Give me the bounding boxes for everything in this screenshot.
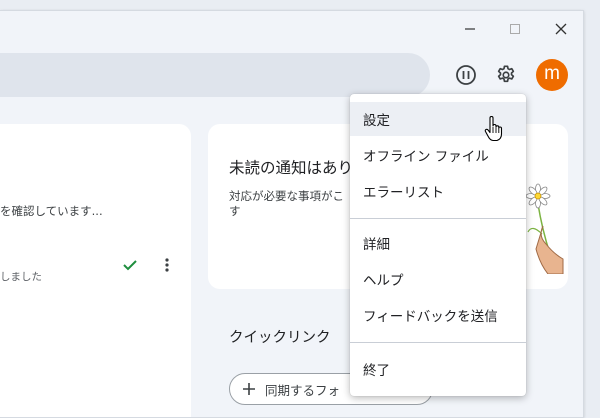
notification-body-line1: 対応が必要な事項がこ [229, 189, 344, 203]
more-vertical-icon[interactable] [164, 257, 170, 277]
plus-icon [243, 383, 255, 395]
avatar[interactable]: m [536, 59, 568, 91]
settings-button[interactable] [491, 60, 521, 90]
quick-links-heading: クイックリンク [229, 330, 331, 346]
pause-button[interactable] [451, 60, 481, 90]
menu-item-label: 終了 [363, 363, 390, 379]
menu-item-details[interactable]: 詳細 [350, 226, 526, 260]
menu-item-label: エラーリスト [363, 185, 444, 201]
menu-item-error-list[interactable]: エラーリスト [350, 174, 526, 208]
check-icon [122, 257, 138, 276]
menu-item-help[interactable]: ヘルプ [350, 262, 526, 296]
search-bar[interactable] [0, 53, 430, 97]
menu-item-label: フィードバックを送信 [363, 309, 498, 325]
menu-divider [350, 342, 526, 343]
notification-body-line2: す [229, 204, 241, 218]
menu-item-label: 詳細 [363, 237, 390, 253]
menu-item-offline-files[interactable]: オフライン ファイル [350, 138, 526, 172]
gear-icon [497, 65, 515, 83]
sync-done-text: しました [0, 271, 42, 283]
maximize-button[interactable] [499, 17, 531, 41]
menu-item-send-feedback[interactable]: フィードバックを送信 [350, 298, 526, 332]
close-button[interactable] [545, 17, 577, 41]
maximize-icon [510, 24, 520, 34]
menu-item-quit[interactable]: 終了 [350, 352, 526, 386]
menu-item-label: ヘルプ [363, 273, 404, 289]
menu-item-label: 設定 [363, 113, 390, 129]
minimize-icon [465, 28, 475, 30]
hand-cursor-icon [484, 116, 503, 142]
sync-folder-button-label: 同期するフォ [265, 382, 341, 398]
pause-icon [456, 65, 476, 85]
menu-item-label: オフライン ファイル [363, 149, 489, 165]
sync-status-text: を確認しています... [0, 204, 103, 218]
menu-divider [350, 218, 526, 219]
minimize-button[interactable] [454, 17, 486, 41]
close-icon [555, 23, 567, 35]
notification-title: 未読の通知はあり [229, 159, 354, 177]
sync-status-card: を確認しています... しました [0, 124, 191, 417]
